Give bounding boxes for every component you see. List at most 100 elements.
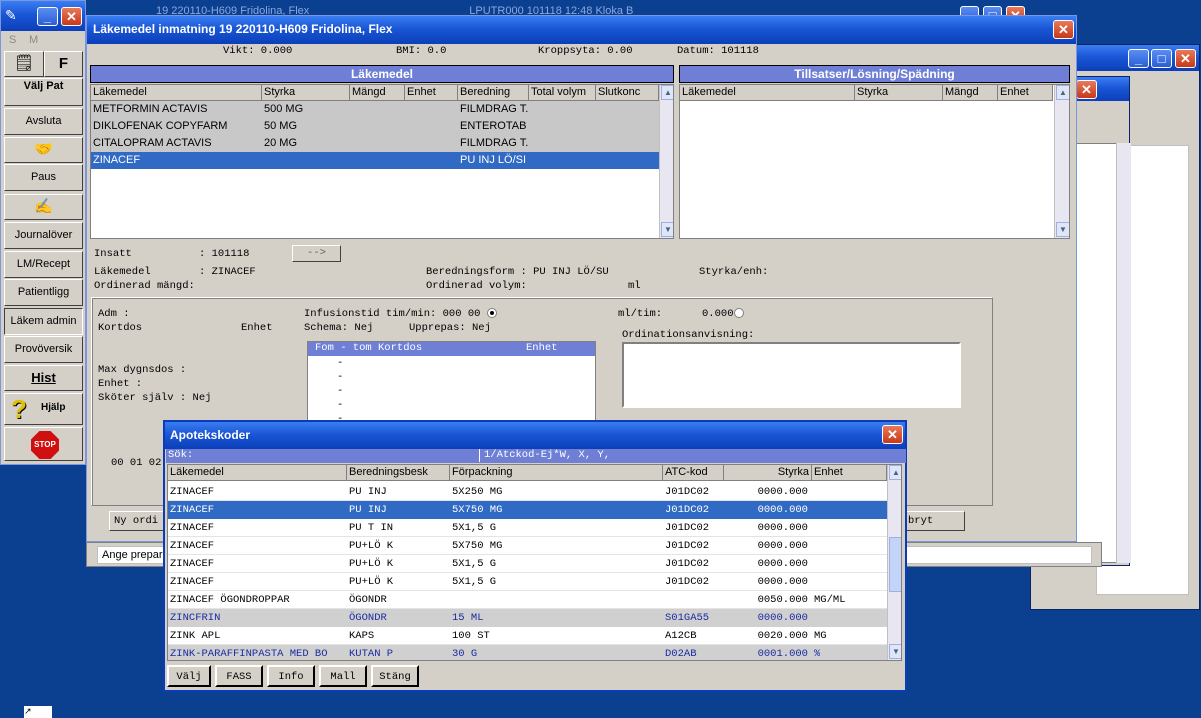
stang-button[interactable]: Stäng	[371, 665, 419, 687]
row-styrka: 500 MG	[264, 103, 304, 115]
paus-button[interactable]: Paus	[4, 164, 83, 191]
acol-enhet[interactable]: Enhet	[812, 465, 887, 481]
tcol-lakemedel[interactable]: Läkemedel	[680, 85, 855, 101]
toolbar-minimize[interactable]: _	[37, 7, 58, 26]
lakemedel-list[interactable]: Läkemedel Styrka Mängd Enhet Beredning T…	[90, 84, 674, 239]
toolbar-close[interactable]: ✕	[61, 7, 82, 26]
tcol-enhet[interactable]: Enhet	[998, 85, 1053, 101]
fass-button[interactable]: FASS	[215, 665, 263, 687]
bg-middle-scrollbar[interactable]	[1116, 143, 1131, 563]
row-beredning: PU INJ LÖ/SI	[460, 154, 527, 166]
cell-styrka: 0000.000	[757, 540, 808, 552]
scroll-up-arrow[interactable]: ▲	[1056, 85, 1069, 100]
row-namn: METFORMIN ACTAVIS	[93, 103, 208, 115]
tillsatser-scrollbar[interactable]: ▲ ▼	[1054, 85, 1069, 238]
menu-m[interactable]: M	[29, 34, 38, 46]
scroll-down-arrow[interactable]: ▼	[1056, 222, 1069, 237]
col-slutkonc[interactable]: Slutkonc	[596, 85, 659, 101]
handshake-button[interactable]: 🤝	[4, 137, 83, 163]
valj-button[interactable]: Välj	[167, 665, 211, 687]
sok-input[interactable]	[202, 449, 480, 462]
acol-lakemedel[interactable]: Läkemedel	[168, 465, 347, 481]
lakem-admin-button[interactable]: Läkem admin	[4, 308, 83, 335]
apotek-row[interactable]: ZINK-PARAFFINPASTA MED BO KUTAN P 30 G D02A…	[168, 645, 887, 660]
bg-window-middle: ✕	[1070, 76, 1131, 566]
lakemedel-row[interactable]: METFORMIN ACTAVIS 500 MG FILMDRAG T.	[91, 101, 659, 118]
apotek-row[interactable]: ZINACEF ÖGONDROPPAR ÖGONDR 0050.000 MG/ML	[168, 591, 887, 609]
valj-pat-button[interactable]: Välj Pat	[4, 78, 83, 106]
lakemedel-row[interactable]: DIKLOFENAK COPYFARM 50 MG ENTEROTAB	[91, 118, 659, 135]
acol-forpackning[interactable]: Förpackning	[450, 465, 663, 481]
tcol-styrka[interactable]: Styrka	[855, 85, 943, 101]
enhet2-label: Enhet :	[98, 378, 143, 390]
acol-beredningsbesk[interactable]: Beredningsbesk	[347, 465, 450, 481]
lm-recept-button[interactable]: LM/Recept	[4, 251, 83, 278]
apotek-row[interactable]: ZINACEF PU INJ 5X750 MG J01DC02 0000.000	[168, 501, 887, 519]
provoversikt-button[interactable]: Provöversik	[4, 336, 83, 363]
mltim-number: 0.000	[702, 308, 734, 320]
scroll-down-arrow[interactable]: ▼	[661, 222, 673, 237]
bg-right-minimize[interactable]: _	[1128, 49, 1149, 68]
stop-sign-icon: STOP	[31, 431, 59, 459]
apotek-rows: ZINACEF PU INJ 5X250 MG J01DC02 0000.000 ZINA…	[168, 483, 887, 660]
tillsatser-list[interactable]: Läkemedel Styrka Mängd Enhet ▲ ▼	[679, 84, 1070, 239]
main-close-button[interactable]: ✕	[1053, 20, 1074, 39]
apotek-row[interactable]: ZINACEF PU+LÖ K 5X1,5 G J01DC02 0000.000	[168, 573, 887, 591]
bg-middle-close[interactable]: ✕	[1076, 80, 1097, 99]
col-beredning[interactable]: Beredning	[458, 85, 529, 101]
journalover-button[interactable]: Journalöver	[4, 222, 83, 249]
cell-enhet: MG/ML	[814, 594, 846, 606]
apotek-row[interactable]: ZINACEF PU INJ 5X250 MG J01DC02 0000.000	[168, 483, 887, 501]
mall-button[interactable]: Mall	[319, 665, 367, 687]
hjalp-button[interactable]: ? Hjälp	[4, 393, 83, 425]
info-button[interactable]: Info	[267, 665, 315, 687]
col-total-volym[interactable]: Total volym	[529, 85, 596, 101]
journal-pen-button[interactable]: ✍	[4, 194, 83, 220]
bg-right-close[interactable]: ✕	[1175, 49, 1196, 68]
hist-button[interactable]: Hist	[4, 365, 83, 391]
tcol-mangd[interactable]: Mängd	[943, 85, 998, 101]
mltim-radio[interactable]	[733, 308, 744, 319]
ordinationsanvisning-field[interactable]	[622, 342, 961, 408]
apotek-scrollbar[interactable]: ▲ ▼	[887, 465, 901, 660]
f-button[interactable]: F	[44, 51, 83, 77]
acol-atc-kod[interactable]: ATC-kod	[663, 465, 724, 481]
apotekskoder-close-button[interactable]: ✕	[882, 425, 903, 444]
arrow-button[interactable]: -->	[292, 245, 341, 262]
apotek-row[interactable]: ZINACEF PU+LÖ K 5X750 MG J01DC02 0000.000	[168, 537, 887, 555]
avbryt-button[interactable]: bryt	[897, 511, 965, 531]
acol-styrka[interactable]: Styrka	[724, 465, 812, 481]
dos-dash: -	[337, 385, 344, 397]
apotek-row[interactable]: ZINK APL KAPS 100 ST A12CB 0020.000 MG	[168, 627, 887, 645]
scroll-thumb[interactable]	[889, 537, 901, 592]
dos-schema-list[interactable]: Fom - tom Kortdos Enhet - - - - -	[307, 341, 596, 431]
scroll-up-arrow[interactable]: ▲	[661, 85, 673, 100]
cell-lakemedel: ZINACEF	[170, 522, 215, 534]
cell-styrka: 0020.000	[757, 630, 808, 642]
menu-s[interactable]: S	[9, 34, 16, 46]
mltim-value: 0.000	[702, 308, 744, 320]
scroll-up-arrow[interactable]: ▲	[889, 465, 901, 480]
patientligg-button[interactable]: Patientligg	[4, 279, 83, 306]
col-lakemedel[interactable]: Läkemedel	[91, 85, 262, 101]
stop-button[interactable]: STOP	[4, 427, 83, 461]
apotekskoder-title: Apotekskoder	[170, 428, 251, 442]
apotek-row[interactable]: ZINCFRIN ÖGONDR 15 ML S01GA55 0000.000	[168, 609, 887, 627]
infusionstid-radio[interactable]	[486, 308, 497, 319]
ny-ordination-button[interactable]: Ny ordi	[109, 511, 169, 531]
notepad-button[interactable]: 🗒	[4, 51, 44, 77]
avsluta-button[interactable]: Avsluta	[4, 108, 83, 135]
scroll-down-arrow[interactable]: ▼	[889, 644, 901, 659]
lakemedel-row[interactable]: CITALOPRAM ACTAVIS 20 MG FILMDRAG T.	[91, 135, 659, 152]
apotekskoder-list[interactable]: Läkemedel Beredningsbesk Förpackning ATC…	[167, 464, 902, 661]
col-enhet[interactable]: Enhet	[405, 85, 458, 101]
col-styrka[interactable]: Styrka	[262, 85, 350, 101]
lakemedel-row-selected[interactable]: ZINACEF PU INJ LÖ/SI	[91, 152, 659, 169]
apotek-row[interactable]: ZINACEF PU T IN 5X1,5 G J01DC02 0000.000	[168, 519, 887, 537]
apotek-row[interactable]: ZINACEF PU+LÖ K 5X1,5 G J01DC02 0000.000	[168, 555, 887, 573]
bg-right-maximize[interactable]: □	[1151, 49, 1172, 68]
col-mangd[interactable]: Mängd	[350, 85, 405, 101]
lakemedel-scrollbar[interactable]: ▲ ▼	[659, 85, 673, 238]
kroppsyta-label: Kroppsyta: 0.00	[538, 45, 633, 57]
sok-label: Sök:	[168, 449, 194, 461]
